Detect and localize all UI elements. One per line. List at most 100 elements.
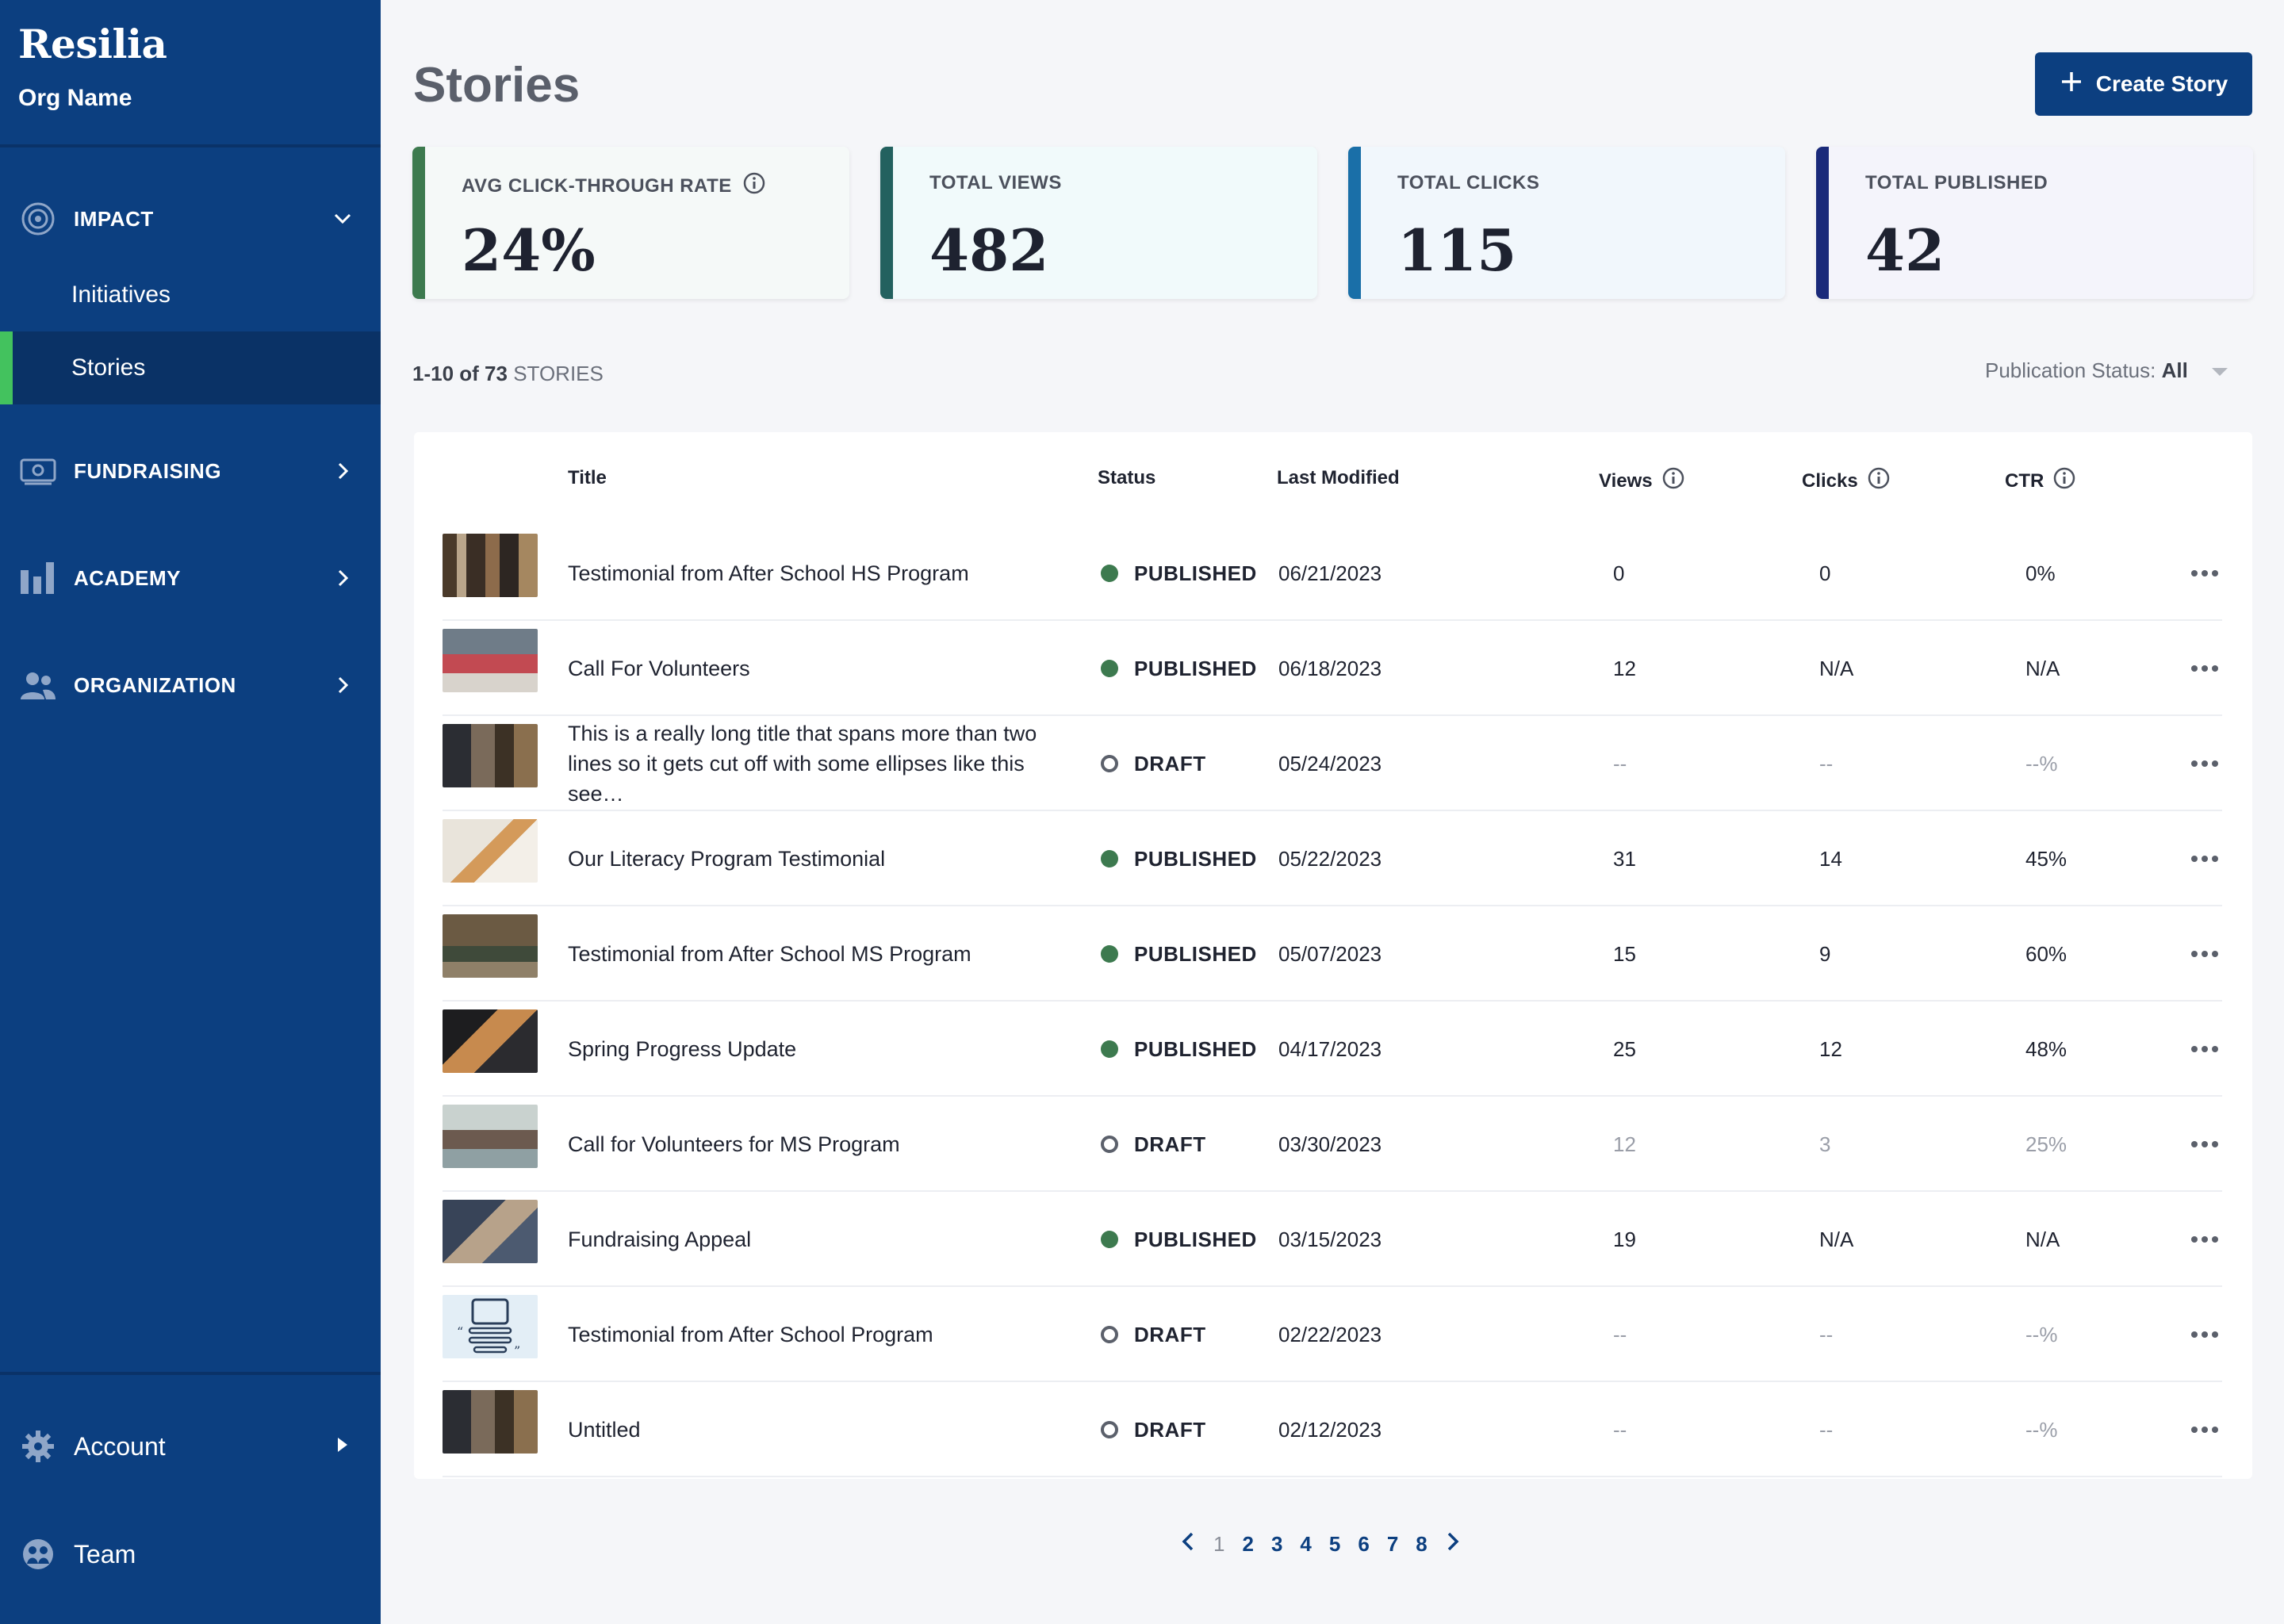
info-icon[interactable] [1868,467,1890,495]
story-title[interactable]: Our Literacy Program Testimonial [568,811,1075,906]
story-thumbnail [443,1390,538,1454]
page-6[interactable]: 6 [1358,1532,1369,1557]
kpi-total-published: TOTAL PUBLISHED 42 [1816,147,2253,299]
views-value: 12 [1613,656,1636,680]
kpi-label: TOTAL VIEWS [929,172,1062,193]
info-icon[interactable] [743,172,765,200]
story-title[interactable]: Testimonial from After School HS Program [568,526,1075,621]
col-title[interactable]: Title [568,467,607,489]
page-3[interactable]: 3 [1271,1532,1282,1557]
table-row[interactable]: This is a really long title that spans m… [443,716,2222,811]
more-actions-icon[interactable] [2190,621,2219,716]
create-story-button[interactable]: Create Story [2035,52,2252,116]
views-value: 25 [1613,1036,1636,1061]
views-value: 19 [1613,1227,1636,1251]
page-5[interactable]: 5 [1329,1532,1340,1557]
story-title[interactable]: Untitled [568,1382,1075,1477]
svg-text:“: “ [457,1324,463,1339]
nav-stories[interactable]: Stories [0,331,381,404]
nav-impact[interactable]: IMPACT [0,182,381,255]
chevron-right-icon[interactable] [1445,1530,1461,1558]
story-title[interactable]: Call For Volunteers [568,621,1075,716]
clicks-value: 9 [1819,941,1831,966]
last-modified: 06/18/2023 [1278,656,1382,680]
nav-account[interactable]: Account [0,1410,381,1483]
table-row[interactable]: Call For Volunteers PUBLISHED 06/18/2023 12… [443,621,2222,716]
nav-fundraising[interactable]: FUNDRAISING [0,435,381,508]
nav-academy[interactable]: ACADEMY [0,542,381,615]
story-title[interactable]: This is a really long title that spans m… [568,716,1075,811]
page-2[interactable]: 2 [1242,1532,1253,1557]
status-dot-icon [1101,660,1118,677]
story-title[interactable]: Call for Volunteers for MS Program [568,1097,1075,1192]
story-title[interactable]: Testimonial from After School Program [568,1287,1075,1382]
story-title[interactable]: Testimonial from After School MS Program [568,906,1075,1002]
status-label: DRAFT [1134,751,1206,776]
table-row[interactable]: Untitled DRAFT 02/12/2023 -- -- --% [443,1382,2222,1477]
last-modified: 03/30/2023 [1278,1132,1382,1156]
story-title[interactable]: Fundraising Appeal [568,1192,1075,1287]
status-dot-icon [1101,1136,1118,1153]
more-actions-icon[interactable] [2190,906,2219,1002]
ctr-value: 45% [2025,846,2067,871]
status-badge: PUBLISHED [1101,811,1257,906]
status-dot-icon [1101,1326,1118,1343]
active-indicator [0,331,13,404]
col-status[interactable]: Status [1098,467,1155,489]
stories-table: Title Status Last Modified Views Clicks … [414,432,2252,1479]
table-row[interactable]: Testimonial from After School HS Program… [443,526,2222,621]
last-modified: 02/22/2023 [1278,1322,1382,1346]
ctr-value: 0% [2025,561,2056,585]
nav-stories-label: Stories [71,354,146,381]
more-actions-icon[interactable] [2190,1382,2219,1477]
kpi-accent [1348,147,1361,299]
chevron-left-icon[interactable] [1180,1530,1196,1558]
more-actions-icon[interactable] [2190,811,2219,906]
info-icon[interactable] [1662,467,1684,495]
publication-status-filter[interactable]: Publication Status: All [1985,358,2228,383]
story-thumbnail [443,819,538,883]
status-badge: DRAFT [1101,1382,1206,1477]
col-views-label: Views [1599,469,1653,492]
clicks-value: N/A [1819,656,1854,680]
status-label: DRAFT [1134,1132,1206,1156]
table-row[interactable]: Testimonial from After School MS Program… [443,906,2222,1002]
more-actions-icon[interactable] [2190,526,2219,621]
story-title[interactable]: Spring Progress Update [568,1002,1075,1097]
status-label: DRAFT [1134,1322,1206,1346]
kpi-total-views: TOTAL VIEWS 482 [880,147,1317,299]
col-views[interactable]: Views [1599,467,1684,495]
last-modified: 06/21/2023 [1278,561,1382,585]
page-8[interactable]: 8 [1416,1532,1427,1557]
table-row[interactable]: Fundraising Appeal PUBLISHED 03/15/2023 19 N… [443,1192,2222,1287]
table-row[interactable]: Spring Progress Update PUBLISHED 04/17/202… [443,1002,2222,1097]
col-ctr[interactable]: CTR [2005,467,2075,495]
nav-organization[interactable]: ORGANIZATION [0,649,381,722]
page-4[interactable]: 4 [1300,1532,1311,1557]
status-dot-icon [1101,1040,1118,1058]
kpi-avg-ctr: AVG CLICK-THROUGH RATE 24% [412,147,849,299]
col-clicks[interactable]: Clicks [1802,467,1890,495]
more-actions-icon[interactable] [2190,1192,2219,1287]
info-icon[interactable] [2053,467,2075,495]
page-1[interactable]: 1 [1213,1532,1224,1557]
story-thumbnail [443,629,538,692]
more-actions-icon[interactable] [2190,1002,2219,1097]
last-modified: 02/12/2023 [1278,1417,1382,1442]
more-actions-icon[interactable] [2190,1097,2219,1192]
target-icon [17,198,59,239]
table-row[interactable]: Call for Volunteers for MS Program DRAFT 0… [443,1097,2222,1192]
chevron-right-icon [328,457,357,485]
nav-initiatives[interactable]: Initiatives [0,259,381,331]
more-actions-icon[interactable] [2190,1287,2219,1382]
page-7[interactable]: 7 [1387,1532,1398,1557]
chevron-right-icon [328,671,357,699]
status-label: PUBLISHED [1134,561,1257,585]
brand-logo[interactable]: Resilia [18,21,167,67]
more-actions-icon[interactable] [2190,716,2219,811]
col-last-modified-label: Last Modified [1277,467,1400,488]
nav-team[interactable]: Team [0,1518,381,1591]
col-last-modified[interactable]: Last Modified [1277,467,1400,489]
table-row[interactable]: Our Literacy Program Testimonial PUBLISHE… [443,811,2222,906]
table-row[interactable]: “” Testimonial from After School Program D… [443,1287,2222,1382]
